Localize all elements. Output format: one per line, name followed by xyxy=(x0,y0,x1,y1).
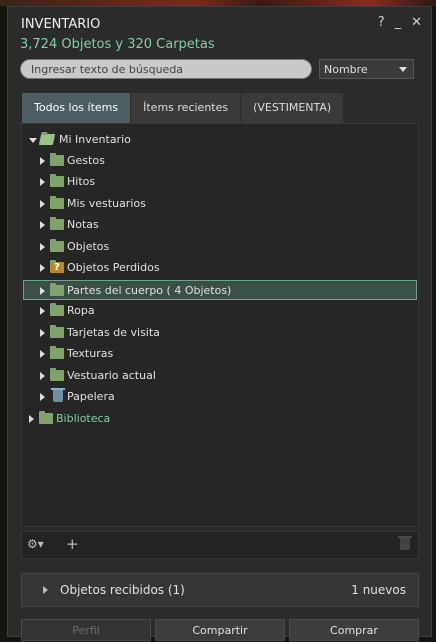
tree-item-root[interactable]: Mi Inventario xyxy=(23,130,417,150)
expand-arrow-icon[interactable] xyxy=(40,307,45,315)
tree-item[interactable]: Texturas xyxy=(23,344,417,364)
tree-item-library[interactable]: Biblioteca xyxy=(23,409,417,429)
trash-icon xyxy=(51,388,65,402)
inventory-summary: 3,724 Objetos y 320 Carpetas xyxy=(20,37,215,52)
expand-arrow-icon[interactable] xyxy=(29,138,37,143)
gear-icon[interactable]: ⚙▾ xyxy=(27,537,51,555)
close-icon[interactable]: ✕ xyxy=(411,15,422,30)
folder-icon xyxy=(50,196,64,209)
minimize-icon[interactable]: _ xyxy=(395,15,402,30)
help-icon[interactable]: ? xyxy=(378,15,385,30)
folder-icon xyxy=(50,283,64,296)
share-button[interactable]: Compartir xyxy=(155,619,285,641)
open-folder-icon xyxy=(38,134,56,145)
tree-item[interactable]: Mis vestuarios xyxy=(23,194,417,214)
lost-folder-icon xyxy=(50,258,64,278)
tree-item-label: Biblioteca xyxy=(56,412,111,425)
tree-item[interactable]: Gestos xyxy=(23,151,417,171)
received-items-panel[interactable]: Objetos recibidos (1) 1 nuevos xyxy=(21,573,419,607)
expand-arrow-icon[interactable] xyxy=(40,243,45,251)
expand-arrow-icon[interactable] xyxy=(40,178,45,186)
tree-item-label: Gestos xyxy=(67,154,105,167)
inventory-toolbar: ⚙▾ + xyxy=(21,531,419,559)
action-buttons: Perfil Compartir Comprar xyxy=(21,619,419,641)
tree-item[interactable]: Hitos xyxy=(23,172,417,192)
folder-icon xyxy=(50,346,64,359)
tab-recent-items[interactable]: Ítems recientes xyxy=(131,93,242,123)
sort-selected: Nombre xyxy=(324,63,368,76)
expand-arrow-icon[interactable] xyxy=(40,157,45,165)
tree-item-label: Mi Inventario xyxy=(59,133,131,146)
profile-button[interactable]: Perfil xyxy=(21,619,151,641)
inventory-tree: Mi Inventario Gestos Hitos Mis vestuario… xyxy=(21,123,419,527)
expand-arrow-icon[interactable] xyxy=(40,264,45,272)
expand-arrow-icon[interactable] xyxy=(40,329,45,337)
expand-arrow-icon[interactable] xyxy=(40,372,45,380)
tab-outfit[interactable]: (VESTIMENTA) xyxy=(241,93,345,123)
inventory-tabs: Todos los ítems Ítems recientes (VESTIME… xyxy=(22,93,345,123)
chevron-down-icon xyxy=(399,67,407,72)
sort-dropdown[interactable]: Nombre xyxy=(319,59,414,79)
window-title: INVENTARIO xyxy=(21,17,101,32)
tree-item[interactable]: Ropa xyxy=(23,301,417,321)
tree-item-label: Objetos Perdidos xyxy=(67,261,160,274)
buy-button[interactable]: Comprar xyxy=(289,619,419,641)
received-count: 1 nuevos xyxy=(351,583,406,597)
expand-arrow-icon[interactable] xyxy=(43,586,48,594)
folder-icon xyxy=(50,153,64,166)
window-controls: ? _ ✕ xyxy=(378,15,422,30)
expand-arrow-icon[interactable] xyxy=(40,200,45,208)
folder-icon xyxy=(50,239,64,252)
folder-icon xyxy=(50,217,64,230)
folder-icon xyxy=(50,303,64,316)
search-input[interactable] xyxy=(20,59,312,79)
tree-item-label: Partes del cuerpo ( 4 Objetos) xyxy=(67,284,232,297)
tree-item-label: Objetos xyxy=(67,240,110,253)
tree-item[interactable]: Notas xyxy=(23,215,417,235)
folder-icon xyxy=(50,174,64,187)
received-label: Objetos recibidos (1) xyxy=(60,583,185,597)
tree-item-label: Notas xyxy=(67,218,99,231)
expand-arrow-icon[interactable] xyxy=(40,393,45,401)
tree-item-label: Vestuario actual xyxy=(67,369,156,382)
tree-item-label: Ropa xyxy=(67,304,95,317)
tab-all-items[interactable]: Todos los ítems xyxy=(22,93,132,123)
tree-item[interactable]: Objetos Perdidos xyxy=(23,258,417,278)
tree-item-label: Mis vestuarios xyxy=(67,197,146,210)
folder-icon xyxy=(39,411,53,424)
tree-item[interactable]: Tarjetas de visita xyxy=(23,323,417,343)
tree-item-label: Tarjetas de visita xyxy=(67,326,160,339)
add-button[interactable]: + xyxy=(66,535,79,553)
folder-icon xyxy=(50,368,64,381)
expand-arrow-icon[interactable] xyxy=(29,415,34,423)
tree-item-selected[interactable]: Partes del cuerpo ( 4 Objetos) xyxy=(23,280,417,300)
inventory-window: INVENTARIO ? _ ✕ 3,724 Objetos y 320 Car… xyxy=(7,6,432,641)
folder-icon xyxy=(50,325,64,338)
tree-item[interactable]: Objetos xyxy=(23,237,417,257)
tree-item[interactable]: Vestuario actual xyxy=(23,366,417,386)
tree-item[interactable]: Papelera xyxy=(23,387,417,407)
trash-icon[interactable] xyxy=(398,536,412,550)
tree-item-label: Texturas xyxy=(67,347,114,360)
expand-arrow-icon[interactable] xyxy=(40,221,45,229)
expand-arrow-icon[interactable] xyxy=(40,350,45,358)
expand-arrow-icon[interactable] xyxy=(40,287,45,295)
tree-item-label: Hitos xyxy=(67,175,96,188)
tree-item-label: Papelera xyxy=(67,390,115,403)
